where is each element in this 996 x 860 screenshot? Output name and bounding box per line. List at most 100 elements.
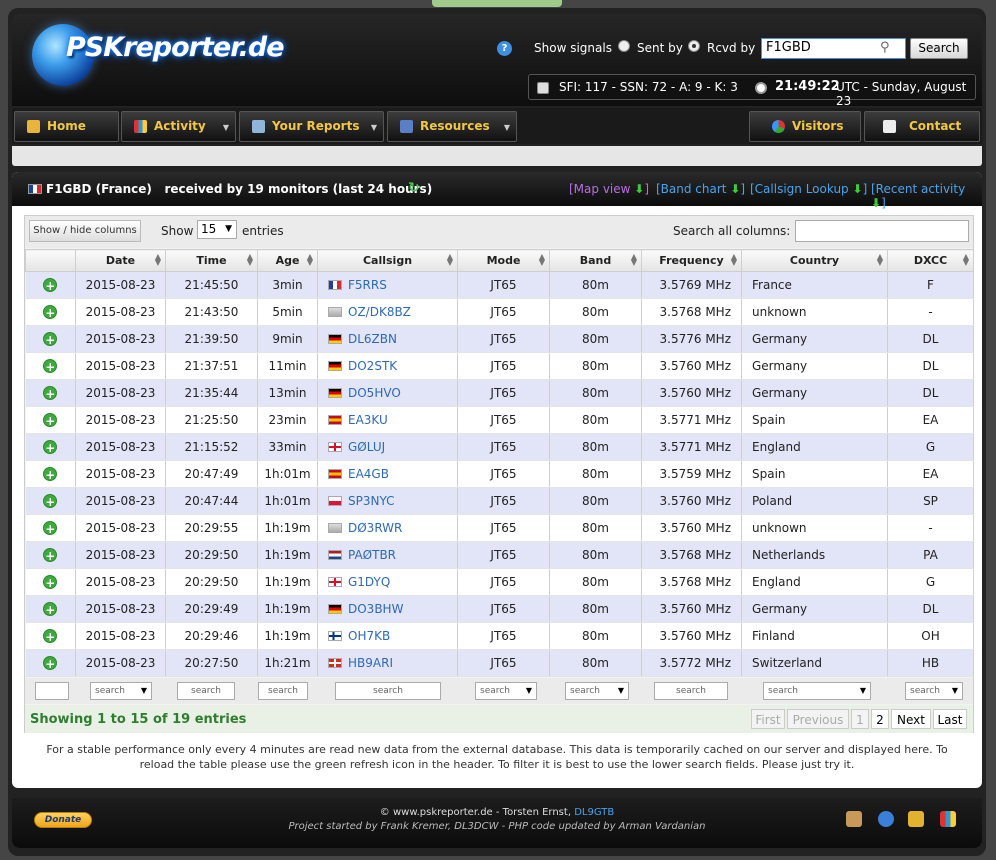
table-row[interactable]: +2015-08-23 20:29:46 1h:19m OH7KB JT65 80m 3.5… (25, 622, 974, 650)
callsign-link[interactable]: DØ3RWR (348, 521, 402, 535)
cell-expand[interactable]: + (25, 541, 76, 569)
expand-plus-icon[interactable]: + (43, 304, 58, 320)
recent-activity-link[interactable]: [Recent activity ⬇] (871, 182, 982, 210)
cell-call[interactable]: DO5HVO (317, 379, 458, 407)
table-row[interactable]: +2015-08-23 21:43:50 5min OZ/DK8BZ JT65 80m 3.… (25, 298, 974, 326)
callsign-link[interactable]: PAØTBR (348, 548, 396, 562)
table-row[interactable]: +2015-08-23 21:15:52 33min GØLUJ JT65 80m 3.57… (25, 433, 974, 461)
expand-plus-icon[interactable]: + (43, 574, 58, 590)
callsign-link[interactable]: DO2STK (348, 359, 397, 373)
search-magnifier-icon[interactable]: ⚲ (880, 40, 890, 55)
cell-call[interactable]: HB9ARI (317, 649, 458, 677)
filter-country-select[interactable]: search ▼ (763, 682, 871, 700)
page-previous-button[interactable]: Previous (787, 709, 849, 729)
cell-call[interactable]: G1DYQ (317, 568, 458, 596)
rcvd-by-radio[interactable] (688, 40, 700, 52)
info-icon[interactable] (878, 811, 894, 827)
filter-frequency-input[interactable]: search (654, 682, 728, 700)
expand-plus-icon[interactable]: + (43, 277, 58, 293)
callsign-link[interactable]: HB9ARI (348, 656, 393, 670)
table-row[interactable]: +2015-08-23 21:35:44 13min DO5HVO JT65 80m 3.5… (25, 379, 974, 407)
expand-plus-icon[interactable]: + (43, 601, 58, 617)
callsign-link[interactable]: DL6ZBN (348, 332, 397, 346)
table-row[interactable]: +2015-08-23 20:27:50 1h:21m HB9ARI JT65 80m 3.… (25, 649, 974, 677)
entries-select[interactable]: 15 ▼ (197, 220, 237, 239)
cell-call[interactable]: EA3KU (317, 406, 458, 434)
table-row[interactable]: +2015-08-23 21:37:51 11min DO2STK JT65 80m 3.5… (25, 352, 974, 380)
table-row[interactable]: +2015-08-23 20:29:50 1h:19m PAØTBR JT65 80m 3.… (25, 541, 974, 569)
nav-resources[interactable]: Resources ▼ (387, 111, 517, 142)
page-first-button[interactable]: First (751, 709, 785, 729)
expand-plus-icon[interactable]: + (43, 466, 58, 482)
show-hide-columns-button[interactable]: Show / hide columns (29, 220, 141, 242)
nav-visitors[interactable]: Visitors (749, 111, 861, 142)
cell-call[interactable]: PAØTBR (317, 541, 458, 569)
expand-plus-icon[interactable]: + (43, 385, 58, 401)
cell-call[interactable]: F5RRS (317, 271, 458, 299)
expand-plus-icon[interactable]: + (43, 412, 58, 428)
band-chart-link[interactable]: [Band chart ⬇] (656, 182, 745, 196)
cell-call[interactable]: OH7KB (317, 622, 458, 650)
filter-age-input[interactable]: search (258, 682, 308, 700)
table-row[interactable]: +2015-08-23 20:29:50 1h:19m G1DYQ JT65 80m 3.5… (25, 568, 974, 596)
site-logo[interactable]: PSKreporter.de (66, 32, 285, 63)
stats-chart-icon[interactable] (940, 811, 956, 827)
col-callsign[interactable]: Callsign ▲ ▼ (317, 249, 458, 272)
nav-contact[interactable]: Contact (864, 111, 980, 142)
callsign-link[interactable]: DO5HVO (348, 386, 401, 400)
callsign-link[interactable]: EA3KU (348, 413, 388, 427)
cell-expand[interactable]: + (25, 406, 76, 434)
help-icon[interactable]: ? (497, 41, 512, 56)
cell-expand[interactable]: + (25, 595, 76, 623)
lock-icon[interactable] (908, 811, 924, 827)
cell-expand[interactable]: + (25, 460, 76, 488)
col-frequency[interactable]: Frequency ▲ ▼ (641, 249, 742, 272)
users-icon[interactable] (846, 811, 862, 827)
nav-activity[interactable]: Activity ▼ (121, 111, 236, 142)
search-all-input[interactable] (795, 220, 969, 242)
nav-home[interactable]: Home (14, 111, 119, 142)
expand-plus-icon[interactable]: + (43, 520, 58, 536)
callsign-link[interactable]: F5RRS (348, 278, 387, 292)
filter-callsign-input[interactable]: search (335, 682, 441, 700)
callsign-link[interactable]: GØLUJ (348, 440, 385, 454)
cell-call[interactable]: SP3NYC (317, 487, 458, 515)
cell-expand[interactable]: + (25, 325, 76, 353)
filter-time-input[interactable]: search (177, 682, 235, 700)
cell-call[interactable]: EA4GB (317, 460, 458, 488)
cell-call[interactable]: GØLUJ (317, 433, 458, 461)
nav-your-reports[interactable]: Your Reports ▼ (239, 111, 384, 142)
expand-plus-icon[interactable]: + (43, 358, 58, 374)
col-mode[interactable]: Mode ▲ ▼ (457, 249, 550, 272)
col-band[interactable]: Band ▲ ▼ (549, 249, 642, 272)
expand-plus-icon[interactable]: + (43, 493, 58, 509)
cell-expand[interactable]: + (25, 379, 76, 407)
callsign-link[interactable]: OH7KB (348, 629, 390, 643)
cell-expand[interactable]: + (25, 568, 76, 596)
cell-expand[interactable]: + (25, 352, 76, 380)
filter-mode-select[interactable]: search ▼ (475, 682, 537, 700)
filter-dxcc-select[interactable]: search ▼ (905, 682, 963, 700)
page-2-button[interactable]: 2 (871, 709, 889, 729)
cell-call[interactable]: OZ/DK8BZ (317, 298, 458, 326)
table-row[interactable]: +2015-08-23 21:25:50 23min EA3KU JT65 80m 3.57… (25, 406, 974, 434)
refresh-icon[interactable]: ↻ (408, 180, 420, 196)
callsign-link[interactable]: DO3BHW (348, 602, 403, 616)
expand-plus-icon[interactable]: + (43, 655, 58, 671)
copyright-call-link[interactable]: DL9GTB (574, 807, 614, 818)
callsign-link[interactable]: G1DYQ (348, 575, 390, 589)
table-row[interactable]: +2015-08-23 21:39:50 9min DL6ZBN JT65 80m 3.57… (25, 325, 974, 353)
callsign-link[interactable]: EA4GB (348, 467, 389, 481)
col-date[interactable]: Date ▲ ▼ (75, 249, 166, 272)
page-next-button[interactable]: Next (891, 709, 931, 729)
filter-expand-input[interactable] (35, 682, 69, 700)
cell-expand[interactable]: + (25, 298, 76, 326)
col-time[interactable]: Time ▲ ▼ (165, 249, 258, 272)
col-expand[interactable] (25, 249, 76, 272)
cell-call[interactable]: DO2STK (317, 352, 458, 380)
expand-plus-icon[interactable]: + (43, 439, 58, 455)
cell-expand[interactable]: + (25, 433, 76, 461)
table-row[interactable]: +2015-08-23 20:47:49 1h:01m EA4GB JT65 80m 3.5… (25, 460, 974, 488)
cell-call[interactable]: DL6ZBN (317, 325, 458, 353)
callsign-link[interactable]: OZ/DK8BZ (348, 305, 411, 319)
